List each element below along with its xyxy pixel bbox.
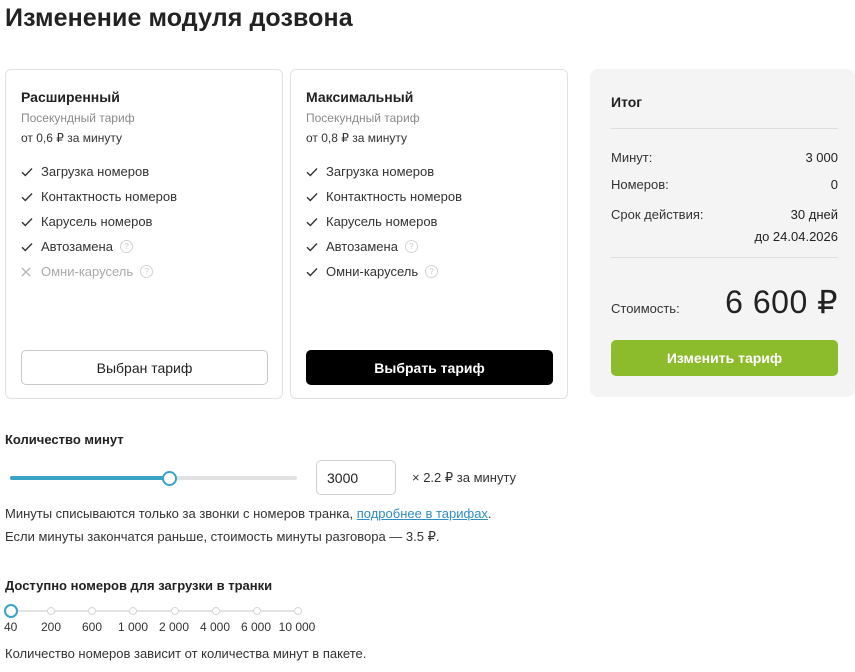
slider-tick[interactable]	[129, 607, 138, 615]
slider-tick[interactable]	[170, 607, 179, 615]
numbers-note: Количество номеров зависит от количества…	[5, 646, 367, 661]
plan-name: Расширенный	[21, 89, 120, 105]
choose-plan-button[interactable]: Выбрать тариф	[306, 350, 553, 385]
numbers-slider[interactable]	[4, 604, 302, 618]
feature-label: Автозамена	[41, 239, 113, 254]
divider	[611, 128, 838, 129]
numbers-slider-handle[interactable]	[4, 604, 18, 618]
plan-name: Максимальный	[306, 89, 414, 105]
check-icon	[21, 167, 41, 177]
feature-label: Омни-карусель	[41, 264, 134, 279]
help-icon[interactable]: ?	[140, 265, 154, 278]
slider-tick[interactable]	[252, 607, 261, 615]
check-icon	[306, 267, 326, 277]
rate-text: × 2.2 ₽ за минуту	[412, 470, 517, 485]
validity-days: 30 дней	[790, 207, 838, 222]
validity-until: до 24.04.2026	[754, 229, 839, 244]
cost-label: Стоимость:	[611, 301, 680, 316]
cost-value: 6 600 ₽	[725, 284, 838, 320]
change-plan-button[interactable]: Изменить тариф	[611, 340, 838, 376]
page-title: Изменение модуля дозвона	[5, 4, 353, 32]
slider-tick[interactable]	[211, 607, 220, 615]
plan-type: Посекундный тариф	[21, 111, 135, 125]
minutes-input[interactable]	[316, 460, 396, 495]
check-icon	[21, 192, 41, 202]
feature-list: Загрузка номеров Контактность номеров Кару…	[306, 159, 462, 284]
feature-label: Омни-карусель	[326, 264, 419, 279]
overage-note: Если минуты закончатся раньше, стоимость…	[5, 529, 440, 544]
validity-label: Срок действия:	[611, 207, 704, 222]
summary-panel: Итог Минут: 3 000 Номеров: 0 Срок действ…	[590, 69, 855, 397]
check-icon	[306, 192, 326, 202]
tick-label: 40	[4, 620, 18, 634]
feature-label: Контактность номеров	[41, 189, 177, 204]
check-icon	[306, 242, 326, 252]
tick-label: 4 000	[199, 620, 231, 634]
tick-label: 10 000	[278, 620, 316, 634]
slider-tick[interactable]	[88, 607, 97, 615]
check-icon	[306, 217, 326, 227]
plan-card-extended: Расширенный Посекундный тариф от 0,6 ₽ з…	[5, 69, 283, 399]
feature-item: Карусель номеров	[21, 209, 177, 234]
feature-item: Контактность номеров	[21, 184, 177, 209]
feature-item: Омни-карусель?	[306, 259, 462, 284]
plan-price: от 0,6 ₽ за минуту	[21, 131, 122, 145]
tick-label: 1 000	[117, 620, 149, 634]
feature-label: Автозамена	[326, 239, 398, 254]
tick-label: 200	[40, 620, 62, 634]
tick-label: 2 000	[158, 620, 190, 634]
check-icon	[21, 242, 41, 252]
numbers-value: 0	[830, 177, 838, 192]
feature-label: Загрузка номеров	[326, 164, 435, 179]
minutes-slider[interactable]	[10, 471, 297, 486]
help-icon[interactable]: ?	[404, 240, 418, 253]
summary-title: Итог	[611, 94, 643, 110]
check-icon	[21, 217, 41, 227]
help-icon[interactable]: ?	[425, 265, 439, 278]
help-icon[interactable]: ?	[119, 240, 133, 253]
plan-card-maximal: Максимальный Посекундный тариф от 0,8 ₽ …	[290, 69, 568, 399]
divider	[611, 257, 838, 258]
numbers-section-title: Доступно номеров для загрузки в транки	[5, 578, 273, 593]
cross-icon	[21, 267, 41, 277]
minutes-section-title: Количество минут	[5, 432, 124, 447]
slider-tick[interactable]	[47, 607, 56, 615]
numbers-label: Номеров:	[611, 177, 669, 192]
slider-tick[interactable]	[294, 607, 302, 615]
feature-label: Загрузка номеров	[41, 164, 150, 179]
tariffs-link[interactable]: подробнее в тарифах	[357, 506, 488, 521]
feature-label: Карусель номеров	[326, 214, 438, 229]
minutes-label: Минут:	[611, 150, 653, 165]
check-icon	[306, 167, 326, 177]
feature-list: Загрузка номеров Контактность номеров Кару…	[21, 159, 177, 284]
minutes-slider-fill	[10, 476, 168, 480]
feature-label: Карусель номеров	[41, 214, 153, 229]
feature-item: Контактность номеров	[306, 184, 462, 209]
feature-item: Загрузка номеров	[306, 159, 462, 184]
page: Изменение модуля дозвона Расширенный Пос…	[0, 0, 855, 672]
feature-item: Автозамена?	[306, 234, 462, 259]
selected-plan-button[interactable]: Выбран тариф	[21, 350, 268, 385]
minutes-note-text: Минуты списываются только за звонки с но…	[5, 506, 357, 521]
feature-item: Автозамена?	[21, 234, 177, 259]
minutes-note-tail: .	[487, 506, 492, 521]
tick-label: 6 000	[240, 620, 272, 634]
feature-item: Загрузка номеров	[21, 159, 177, 184]
plan-type: Посекундный тариф	[306, 111, 420, 125]
feature-label: Контактность номеров	[326, 189, 462, 204]
feature-item: Карусель номеров	[306, 209, 462, 234]
plan-price: от 0,8 ₽ за минуту	[306, 131, 407, 145]
minutes-note: Минуты списываются только за звонки с но…	[5, 506, 492, 521]
minutes-slider-handle[interactable]	[161, 471, 177, 486]
minutes-value: 3 000	[805, 150, 838, 165]
feature-item: Омни-карусель?	[21, 259, 177, 284]
tick-label: 600	[81, 620, 103, 634]
